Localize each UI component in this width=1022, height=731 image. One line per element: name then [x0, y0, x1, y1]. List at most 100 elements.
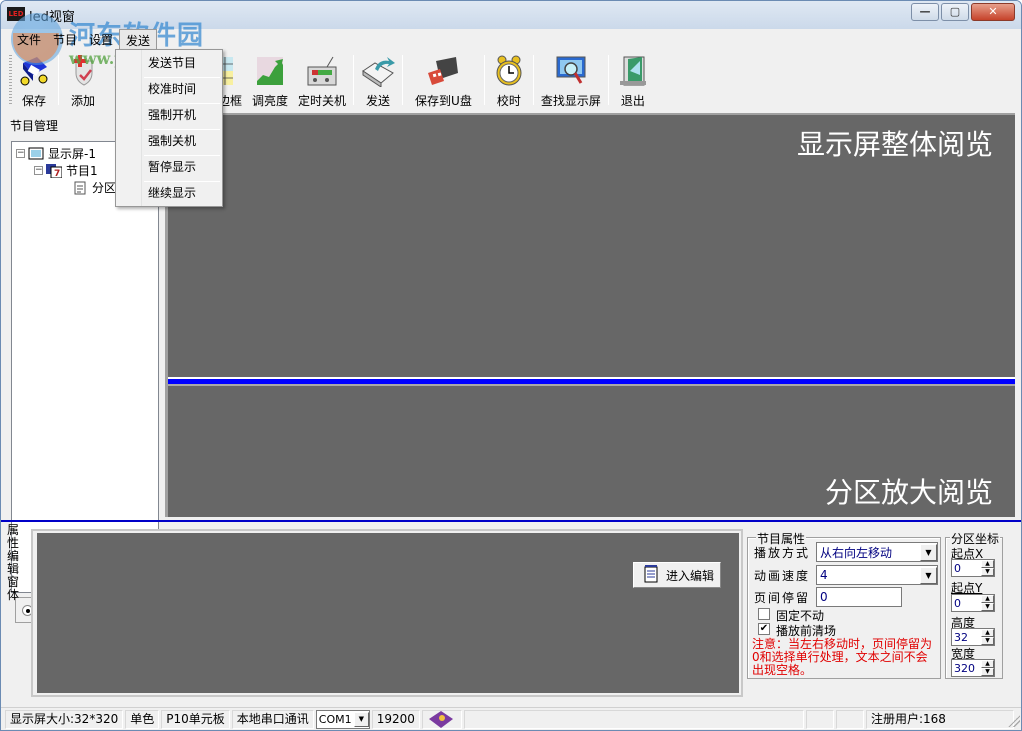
start-y-spinner[interactable]: 0 ▲ ▼ [951, 594, 995, 612]
save-label: 保存 [21, 94, 46, 108]
alarm-clock-icon [492, 55, 526, 87]
find-screen-button[interactable]: 查找显示屏 [536, 51, 606, 109]
send-button[interactable]: 发送 [356, 51, 400, 109]
panel-splitter[interactable] [1, 520, 1021, 522]
maximize-icon: ▢ [949, 5, 961, 18]
toolbar-separator [483, 55, 485, 105]
overall-preview-title: 显示屏整体阅览 [796, 128, 993, 161]
spin-up-icon[interactable]: ▲ [981, 595, 994, 603]
status-baud-rate: 19200 [371, 709, 420, 729]
status-connect-button[interactable] [421, 709, 462, 729]
app-window: LED led视窗 — ▢ ✕ 文件 节目 设置 发送 保存 添加 调亮度 定时… [0, 0, 1022, 731]
chevron-down-icon[interactable]: ▼ [353, 711, 369, 727]
tree-item-screen[interactable]: − 显示屏-1 [16, 145, 96, 162]
page-stay-label: 页间停留 [754, 591, 811, 605]
editor-preview: 进入编辑 [37, 533, 739, 693]
save-button[interactable]: 保存 [12, 51, 56, 109]
spin-up-icon[interactable]: ▲ [981, 629, 994, 637]
toolbar-separator [402, 55, 404, 105]
find-screen-label: 查找显示屏 [540, 94, 601, 108]
width-spinner[interactable]: 320 ▲ ▼ [951, 659, 995, 677]
menu-calibrate-time[interactable]: 校准时间 [144, 77, 220, 102]
com-port-select[interactable]: COM1 ▼ [315, 709, 370, 729]
chevron-down-icon[interactable]: ▼ [920, 543, 937, 561]
play-mode-value: 从右向左移动 [820, 545, 893, 560]
send-icon [361, 55, 396, 88]
title-bar: LED led视窗 — ▢ ✕ [1, 1, 1021, 29]
menu-force-power-on[interactable]: 强制开机 [144, 103, 220, 128]
tree-item-zone[interactable]: 分区 [72, 179, 116, 196]
menu-icon-strip [116, 50, 142, 206]
spin-up-icon[interactable]: ▲ [981, 660, 994, 668]
menu-force-power-off[interactable]: 强制关机 [144, 129, 220, 154]
toolbar-separator [353, 55, 355, 105]
close-button[interactable]: ✕ [971, 3, 1015, 21]
play-mode-select[interactable]: 从右向左移动 ▼ [816, 542, 938, 562]
spin-up-icon[interactable]: ▲ [981, 560, 994, 568]
edit-document-icon [644, 564, 658, 586]
start-x-spinner[interactable]: 0 ▲ ▼ [951, 559, 995, 577]
spin-down-icon[interactable]: ▼ [981, 568, 994, 576]
document-icon [72, 181, 88, 195]
tree-item-program[interactable]: − 7 节目1 [34, 162, 98, 179]
calendar-icon: 7 [46, 163, 63, 179]
anim-speed-value: 4 [820, 568, 828, 582]
zone-coords-group: 分区坐标 起点X 0 ▲ ▼ 起点Y 0 ▲ ▼ 高度 32 ▲ ▼ 宽度 320 ▲… [945, 530, 1003, 679]
menu-file[interactable]: 文件 [11, 29, 47, 49]
menu-send-program[interactable]: 发送节目 [144, 51, 220, 76]
property-editor-canvas: 进入编辑 [31, 529, 743, 697]
menu-pause-display[interactable]: 暂停显示 [144, 155, 220, 180]
exit-button[interactable]: 退出 [611, 51, 655, 109]
width-value: 320 [954, 661, 975, 675]
save-to-usb-button[interactable]: 保存到U盘 [405, 51, 482, 109]
height-spinner[interactable]: 32 ▲ ▼ [951, 628, 995, 646]
brightness-label: 调亮度 [252, 94, 289, 108]
spin-down-icon[interactable]: ▼ [981, 603, 994, 611]
program-properties-group: 节目属性 播放方式 从右向左移动 ▼ 动画速度 4 ▼ 页间停留 0 固定不动 … [747, 530, 941, 679]
send-label: 发送 [366, 94, 391, 108]
menu-settings[interactable]: 设置 [83, 29, 119, 49]
clear-before-checkbox[interactable]: ✔ [758, 623, 770, 635]
anim-speed-select[interactable]: 4 ▼ [816, 565, 938, 585]
toolbar-separator [607, 55, 609, 105]
program-tree[interactable]: − 显示屏-1 − 7 节目1 分区 [11, 141, 159, 593]
add-button[interactable]: 添加 [61, 51, 105, 109]
maximize-button[interactable]: ▢ [941, 3, 969, 21]
toolbar-separator [58, 55, 59, 105]
fixed-checkbox[interactable] [758, 608, 770, 620]
spin-down-icon[interactable]: ▼ [981, 668, 994, 676]
note-text: 注意：当左右移动时，页间停留为 0和选择单行处理，文本之间不会 出现空格。 [752, 638, 940, 677]
brightness-button[interactable]: 调亮度 [247, 51, 293, 109]
exit-label: 退出 [620, 94, 645, 108]
svg-text:7: 7 [54, 169, 60, 178]
collapse-icon[interactable]: − [34, 166, 43, 175]
collapse-icon[interactable]: − [16, 149, 25, 158]
menu-resume-display[interactable]: 继续显示 [144, 181, 220, 206]
resize-grip[interactable] [1008, 715, 1020, 727]
chevron-down-icon[interactable]: ▼ [920, 566, 937, 584]
status-empty [835, 709, 864, 729]
close-icon: ✕ [988, 5, 998, 18]
preview-splitter[interactable] [168, 377, 1017, 386]
time-sync-button[interactable]: 校时 [487, 51, 531, 109]
search-screen-icon [554, 55, 588, 87]
usb-drive-icon [426, 55, 460, 87]
status-bar: 显示屏大小:32*320 单色 P10单元板 本地串口通讯 COM1 ▼ 192… [1, 707, 1021, 730]
page-stay-input[interactable]: 0 [816, 587, 902, 607]
minimize-button[interactable]: — [911, 3, 939, 21]
program-manager-title: 节目管理 [10, 119, 59, 133]
status-empty [805, 709, 834, 729]
brightness-icon [253, 55, 287, 87]
timer-shutdown-button[interactable]: 定时关机 [293, 51, 351, 109]
save-to-usb-label: 保存到U盘 [415, 94, 472, 108]
toolbar-separator [532, 55, 534, 105]
note-line: 出现空格。 [752, 663, 813, 677]
spin-down-icon[interactable]: ▼ [981, 637, 994, 645]
menu-send[interactable]: 发送 [119, 29, 158, 49]
tree-label: 分区 [92, 181, 117, 195]
exit-door-icon [616, 55, 650, 87]
monitor-icon [28, 147, 44, 161]
enter-edit-button[interactable]: 进入编辑 [633, 562, 721, 588]
menu-program[interactable]: 节目 [47, 29, 83, 49]
menu-bar: 文件 节目 设置 发送 [1, 29, 1021, 49]
